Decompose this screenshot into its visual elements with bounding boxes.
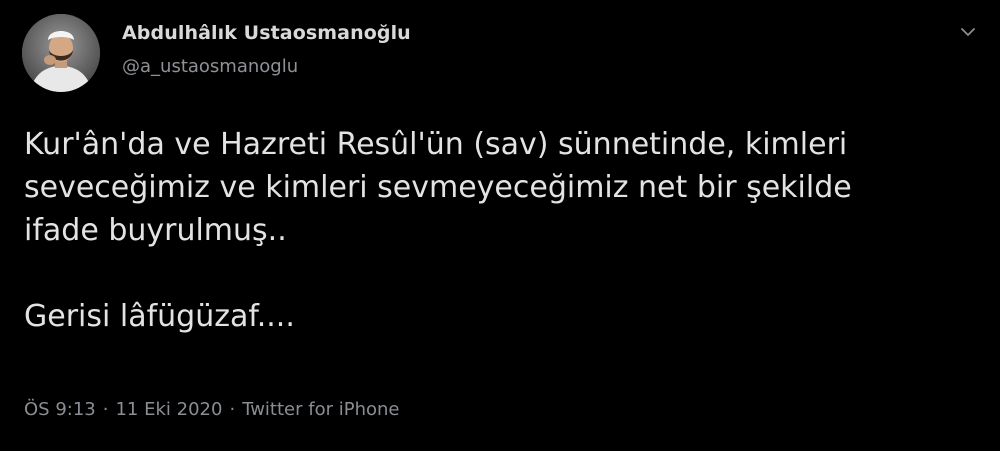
display-name[interactable]: Abdulhâlık Ustaosmanoğlu xyxy=(122,22,411,44)
meta-separator: · xyxy=(102,399,109,420)
tweet-source[interactable]: Twitter for iPhone xyxy=(242,399,399,420)
chevron-down-icon[interactable] xyxy=(956,22,980,42)
tweet-meta: ÖS 9:13 · 11 Eki 2020 · Twitter for iPhone xyxy=(24,399,399,420)
avatar[interactable] xyxy=(22,14,100,92)
tweet-text: Kur'ân'da ve Hazreti Resûl'ün (sav) sünn… xyxy=(24,127,852,334)
tweet-date[interactable]: 11 Eki 2020 xyxy=(115,399,222,420)
user-handle[interactable]: @a_ustaosmanoglu xyxy=(122,56,298,77)
tweet-time[interactable]: ÖS 9:13 xyxy=(24,399,96,420)
meta-separator: · xyxy=(229,399,236,420)
tweet-card: Abdulhâlık Ustaosmanoğlu @a_ustaosmanogl… xyxy=(0,0,1000,451)
